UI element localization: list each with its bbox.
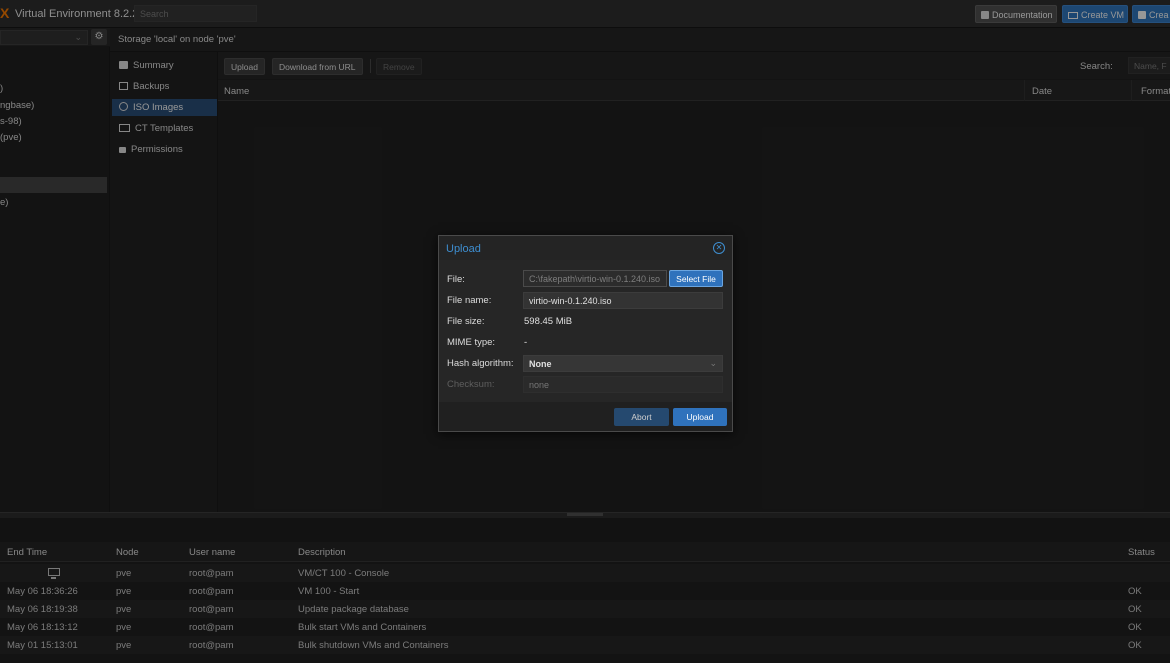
mime-label: MIME type: <box>447 337 496 348</box>
file-label: File: <box>447 274 465 285</box>
filename-field[interactable] <box>523 292 723 309</box>
filesize-label: File size: <box>447 316 485 327</box>
close-icon[interactable]: ✕ <box>713 242 725 254</box>
checksum-field <box>523 376 723 393</box>
dialog-header[interactable] <box>439 236 732 260</box>
checksum-label: Checksum: <box>447 379 495 390</box>
filesize-value: 598.45 MiB <box>524 316 573 327</box>
mime-value: - <box>524 337 528 348</box>
hash-algorithm-select[interactable]: None ⌄ <box>523 355 723 372</box>
upload-dialog: Upload ✕ File: Select File File name: Fi… <box>438 235 733 432</box>
upload-submit-button[interactable]: Upload <box>673 408 727 426</box>
dialog-title: Upload <box>446 243 481 255</box>
abort-button[interactable]: Abort <box>614 408 669 426</box>
file-field[interactable] <box>523 270 667 287</box>
hash-label: Hash algorithm: <box>447 358 514 369</box>
filename-label: File name: <box>447 295 492 306</box>
select-file-button[interactable]: Select File <box>669 270 723 287</box>
chevron-down-icon: ⌄ <box>709 358 717 368</box>
